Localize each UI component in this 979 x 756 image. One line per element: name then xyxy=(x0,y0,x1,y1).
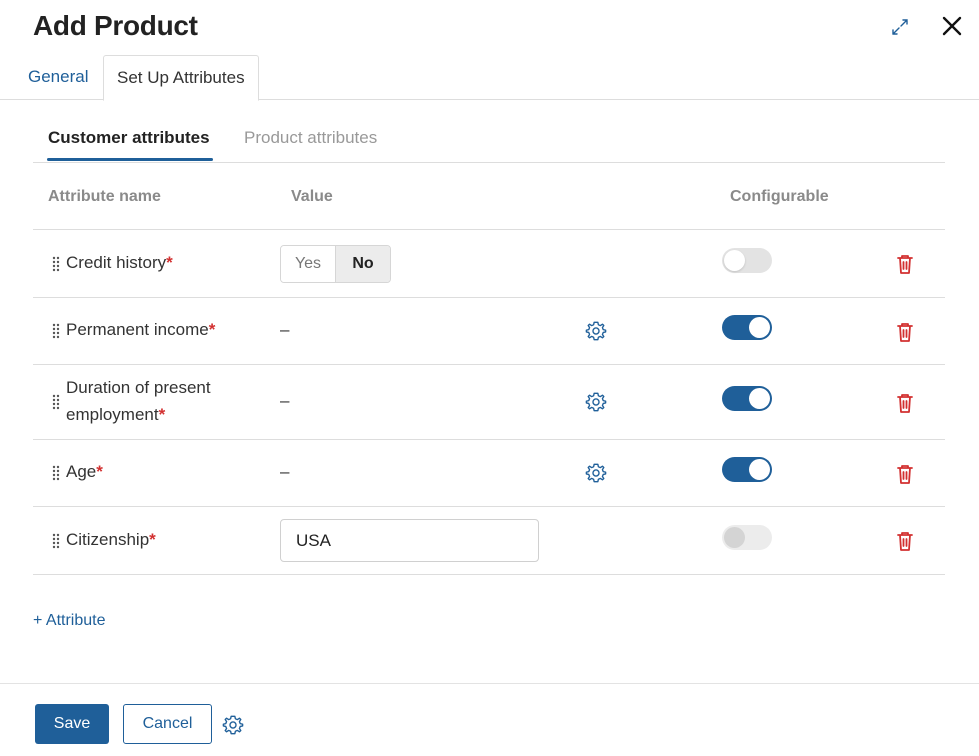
footer-divider xyxy=(0,683,979,684)
required-mark: * xyxy=(158,405,166,424)
no-option[interactable]: No xyxy=(336,246,390,282)
drag-handle-icon[interactable] xyxy=(52,465,60,481)
table-row: Citizenship* xyxy=(33,507,945,575)
gear-icon[interactable] xyxy=(585,320,607,342)
gear-icon[interactable] xyxy=(585,391,607,413)
table-row: Age* – xyxy=(33,440,945,507)
cancel-button[interactable]: Cancel xyxy=(123,704,212,744)
close-icon[interactable] xyxy=(939,13,965,39)
attribute-name: Duration of present employment* xyxy=(66,378,211,424)
configurable-switch xyxy=(722,525,772,550)
required-mark: * xyxy=(149,530,156,549)
citizenship-input[interactable] xyxy=(280,519,539,562)
configurable-switch[interactable] xyxy=(722,248,772,273)
attribute-name: Citizenship* xyxy=(66,530,156,549)
drag-handle-icon[interactable] xyxy=(52,533,60,549)
switch-knob xyxy=(749,459,770,480)
required-mark: * xyxy=(166,253,173,272)
switch-knob xyxy=(724,527,745,548)
gear-icon[interactable] xyxy=(222,714,244,736)
add-attribute-link[interactable]: + Attribute xyxy=(33,612,106,630)
attribute-value: – xyxy=(280,320,290,339)
trash-icon[interactable] xyxy=(895,392,915,414)
sub-tabs: Customer attributes Product attributes xyxy=(33,118,945,163)
switch-knob xyxy=(749,317,770,338)
tab-product-attributes[interactable]: Product attributes xyxy=(244,128,377,148)
expand-icon[interactable] xyxy=(889,16,911,38)
configurable-switch[interactable] xyxy=(722,457,772,482)
header-configurable: Configurable xyxy=(730,188,829,205)
drag-handle-icon[interactable] xyxy=(52,323,60,339)
switch-knob xyxy=(724,250,745,271)
yes-no-toggle: Yes No xyxy=(280,245,391,283)
attribute-value: – xyxy=(280,391,290,410)
header-value: Value xyxy=(291,188,333,205)
trash-icon[interactable] xyxy=(895,463,915,485)
trash-icon[interactable] xyxy=(895,530,915,552)
trash-icon[interactable] xyxy=(895,253,915,275)
header-attribute-name: Attribute name xyxy=(48,188,161,205)
table-row: Credit history* Yes No xyxy=(33,230,945,298)
table-row: Duration of present employment* – xyxy=(33,365,945,440)
main-tabs: General Set Up Attributes xyxy=(0,55,979,101)
configurable-switch[interactable] xyxy=(722,386,772,411)
save-button[interactable]: Save xyxy=(35,704,109,744)
table-row: Permanent income* – xyxy=(33,298,945,365)
configurable-switch[interactable] xyxy=(722,315,772,340)
attribute-name: Age* xyxy=(66,462,103,481)
gear-icon[interactable] xyxy=(585,462,607,484)
yes-option[interactable]: Yes xyxy=(281,246,336,282)
drag-handle-icon[interactable] xyxy=(52,394,60,410)
tab-general[interactable]: General xyxy=(15,55,101,100)
drag-handle-icon[interactable] xyxy=(52,256,60,272)
required-mark: * xyxy=(96,462,103,481)
attribute-name: Credit history* xyxy=(66,253,173,272)
tab-set-up-attributes[interactable]: Set Up Attributes xyxy=(103,55,259,101)
dialog-title: Add Product xyxy=(33,10,198,41)
attribute-name: Permanent income* xyxy=(66,320,216,339)
switch-knob xyxy=(749,388,770,409)
attribute-value: – xyxy=(280,462,290,481)
active-tab-indicator xyxy=(47,158,213,161)
tab-customer-attributes[interactable]: Customer attributes xyxy=(48,128,210,148)
trash-icon[interactable] xyxy=(895,321,915,343)
required-mark: * xyxy=(208,320,216,339)
